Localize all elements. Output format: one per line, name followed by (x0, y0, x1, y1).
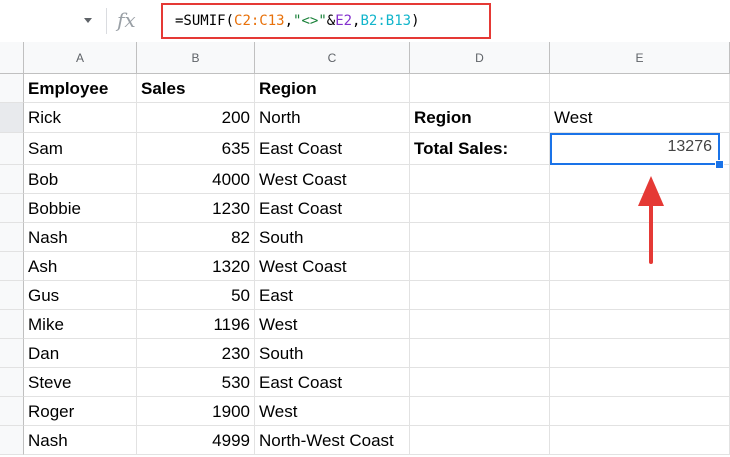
employee-cell[interactable]: Bobbie (24, 194, 137, 223)
employee-cell[interactable]: Bob (24, 165, 137, 194)
sales-cell[interactable]: 530 (137, 368, 255, 397)
row-header[interactable] (0, 368, 24, 397)
cell[interactable] (410, 310, 550, 339)
cell[interactable] (550, 368, 730, 397)
total-sales-value: 13276 (667, 138, 713, 155)
employee-cell[interactable]: Sam (24, 133, 137, 165)
column-header-d[interactable]: D (410, 42, 550, 74)
header-sales[interactable]: Sales (137, 74, 255, 103)
divider (106, 8, 107, 34)
formula-token: C2:C13 (234, 13, 285, 29)
row-header[interactable] (0, 281, 24, 310)
formula-token: "<>" (293, 13, 327, 29)
fx-icon: fx (117, 8, 136, 32)
column-header-b[interactable]: B (137, 42, 255, 74)
cell[interactable] (410, 165, 550, 194)
employee-cell[interactable]: Roger (24, 397, 137, 426)
row-header[interactable] (0, 74, 24, 103)
sales-cell[interactable]: 4000 (137, 165, 255, 194)
sales-cell[interactable]: 230 (137, 339, 255, 368)
row-header[interactable] (0, 252, 24, 281)
cell[interactable] (410, 397, 550, 426)
formula-token: & (326, 13, 336, 29)
cell[interactable] (550, 426, 730, 455)
employee-cell[interactable]: Steve (24, 368, 137, 397)
red-arrow-annotation (638, 176, 664, 264)
cell[interactable] (550, 310, 730, 339)
employee-cell[interactable]: Gus (24, 281, 137, 310)
arrow-head (638, 176, 664, 206)
cell[interactable] (550, 281, 730, 310)
row-header[interactable] (0, 133, 24, 165)
formula-bar: fx =SUMIF(C2:C13,"<>"&E2,B2:B13) (0, 0, 730, 43)
sales-cell[interactable]: 635 (137, 133, 255, 165)
cell[interactable] (550, 339, 730, 368)
region-cell[interactable]: West (255, 310, 410, 339)
cell[interactable] (410, 339, 550, 368)
select-all-corner[interactable] (0, 42, 24, 74)
criteria-region-value[interactable]: West (550, 103, 730, 133)
cell[interactable] (550, 74, 730, 103)
row-header[interactable] (0, 397, 24, 426)
sales-cell[interactable]: 4999 (137, 426, 255, 455)
employee-cell[interactable]: Nash (24, 426, 137, 455)
formula-token: ) (411, 13, 420, 29)
row-header[interactable] (0, 223, 24, 252)
region-cell[interactable]: South (255, 223, 410, 252)
column-header-e[interactable]: E (550, 42, 730, 74)
sales-cell[interactable]: 1900 (137, 397, 255, 426)
cell[interactable] (410, 426, 550, 455)
row-header[interactable] (0, 426, 24, 455)
header-region[interactable]: Region (255, 74, 410, 103)
employee-cell[interactable]: Ash (24, 252, 137, 281)
sales-cell[interactable]: 200 (137, 103, 255, 133)
criteria-region-label[interactable]: Region (410, 103, 550, 133)
cell[interactable] (410, 74, 550, 103)
region-cell[interactable]: East Coast (255, 133, 410, 165)
region-cell[interactable]: East Coast (255, 368, 410, 397)
region-cell[interactable]: West (255, 397, 410, 426)
region-cell[interactable]: West Coast (255, 252, 410, 281)
sales-cell[interactable]: 1320 (137, 252, 255, 281)
cell[interactable] (410, 281, 550, 310)
employee-cell[interactable]: Nash (24, 223, 137, 252)
name-box-dropdown-icon[interactable] (84, 18, 92, 23)
row-header[interactable] (0, 103, 24, 133)
cell[interactable] (410, 252, 550, 281)
cell[interactable] (410, 223, 550, 252)
region-cell[interactable]: East (255, 281, 410, 310)
region-cell[interactable]: North-West Coast (255, 426, 410, 455)
row-header[interactable] (0, 310, 24, 339)
region-cell[interactable]: West Coast (255, 165, 410, 194)
sales-cell[interactable]: 1196 (137, 310, 255, 339)
formula-token: E2 (335, 13, 353, 29)
row-header[interactable] (0, 194, 24, 223)
cell[interactable] (410, 368, 550, 397)
employee-cell[interactable]: Mike (24, 310, 137, 339)
row-header[interactable] (0, 339, 24, 368)
employee-cell[interactable]: Dan (24, 339, 137, 368)
region-cell[interactable]: South (255, 339, 410, 368)
sales-cell[interactable]: 82 (137, 223, 255, 252)
formula-token: =SUMIF( (175, 13, 235, 29)
total-sales-label[interactable]: Total Sales: (410, 133, 550, 165)
fill-handle[interactable] (715, 160, 724, 169)
column-header-a[interactable]: A (24, 42, 137, 74)
sales-cell[interactable]: 50 (137, 281, 255, 310)
formula-highlight-box: =SUMIF(C2:C13,"<>"&E2,B2:B13) (161, 3, 491, 39)
row-header[interactable] (0, 165, 24, 194)
region-cell[interactable]: East Coast (255, 194, 410, 223)
cell[interactable] (550, 397, 730, 426)
formula-token: , (284, 13, 294, 29)
formula-token: B2:B13 (360, 13, 412, 29)
column-header-c[interactable]: C (255, 42, 410, 74)
sales-cell[interactable]: 1230 (137, 194, 255, 223)
employee-cell[interactable]: Rick (24, 103, 137, 133)
formula-input[interactable]: =SUMIF(C2:C13,"<>"&E2,B2:B13) (175, 13, 420, 29)
region-cell[interactable]: North (255, 103, 410, 133)
cell[interactable] (410, 194, 550, 223)
header-employee[interactable]: Employee (24, 74, 137, 103)
